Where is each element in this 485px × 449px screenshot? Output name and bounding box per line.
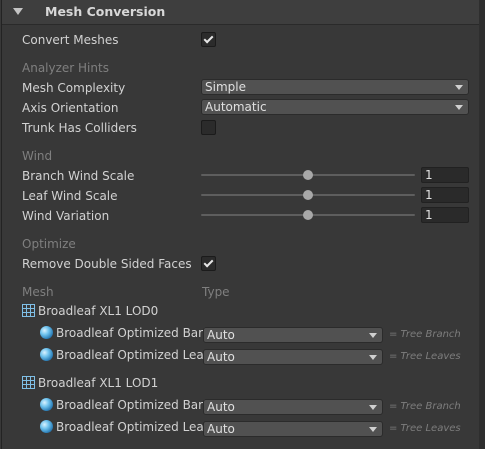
wind-section: Wind [22, 149, 53, 163]
branch-wind-label: Branch Wind Scale [22, 169, 135, 183]
scrollbar[interactable] [479, 0, 485, 449]
branch-wind-field[interactable]: 1 [421, 167, 469, 183]
submesh-name: Broadleaf Optimized Leaf [56, 420, 208, 434]
chevron-down-icon [369, 333, 377, 338]
convert-meshes-checkbox[interactable] [201, 32, 216, 47]
wind-variation-slider-thumb[interactable] [303, 210, 313, 220]
chevron-down-icon [455, 85, 463, 90]
mesh-complexity-label: Mesh Complexity [22, 81, 126, 95]
leaf-wind-field[interactable]: 1 [421, 187, 469, 203]
branch-wind-slider-thumb[interactable] [303, 170, 313, 180]
mesh-group-name: Broadleaf XL1 LOD0 [38, 304, 159, 318]
mesh-group-name: Broadleaf XL1 LOD1 [38, 376, 159, 390]
submesh-type-dropdown[interactable]: Auto [203, 327, 383, 343]
remove-double-checkbox[interactable] [201, 256, 216, 271]
foldout-arrow-icon[interactable] [13, 8, 23, 15]
chevron-down-icon [369, 405, 377, 410]
section-header[interactable]: Mesh Conversion [2, 0, 479, 25]
chevron-down-icon [369, 427, 377, 432]
sphere-mesh-icon [40, 398, 53, 411]
trunk-colliders-label: Trunk Has Colliders [22, 121, 137, 135]
submesh-type-dropdown[interactable]: Auto [203, 349, 383, 365]
mesh-grid-icon [22, 304, 35, 317]
analyzer-hints-section: Analyzer Hints [22, 61, 109, 75]
axis-orientation-dropdown[interactable]: Automatic [201, 99, 469, 115]
optimize-section: Optimize [22, 237, 76, 251]
chevron-down-icon [369, 355, 377, 360]
type-hint: = Tree Branch [389, 329, 461, 340]
submesh-name: Broadleaf Optimized Leaf [56, 348, 208, 362]
wind-variation-label: Wind Variation [22, 209, 110, 223]
type-column-header: Type [202, 285, 230, 299]
leaf-wind-label: Leaf Wind Scale [22, 189, 118, 203]
type-hint: = Tree Branch [389, 401, 461, 412]
mesh-complexity-dropdown[interactable]: Simple [201, 79, 469, 95]
type-hint: = Tree Leaves [389, 351, 461, 362]
sphere-mesh-icon [40, 326, 53, 339]
sphere-mesh-icon [40, 420, 53, 433]
sphere-mesh-icon [40, 348, 53, 361]
type-hint: = Tree Leaves [389, 423, 461, 434]
convert-meshes-label: Convert Meshes [22, 33, 119, 47]
submesh-name: Broadleaf Optimized Bark [56, 326, 211, 340]
inspector-panel: Mesh Conversion Convert Meshes Analyzer … [1, 0, 479, 449]
remove-double-label: Remove Double Sided Faces [22, 257, 192, 271]
leaf-wind-slider-thumb[interactable] [303, 190, 313, 200]
axis-orientation-label: Axis Orientation [22, 101, 119, 115]
trunk-colliders-checkbox[interactable] [201, 120, 216, 135]
submesh-name: Broadleaf Optimized Bark [56, 398, 211, 412]
mesh-grid-icon [22, 376, 35, 389]
wind-variation-field[interactable]: 1 [421, 207, 469, 223]
submesh-type-dropdown[interactable]: Auto [203, 399, 383, 415]
submesh-type-dropdown[interactable]: Auto [203, 421, 383, 437]
chevron-down-icon [455, 105, 463, 110]
mesh-column-header: Mesh [22, 285, 54, 299]
section-title: Mesh Conversion [45, 4, 166, 19]
